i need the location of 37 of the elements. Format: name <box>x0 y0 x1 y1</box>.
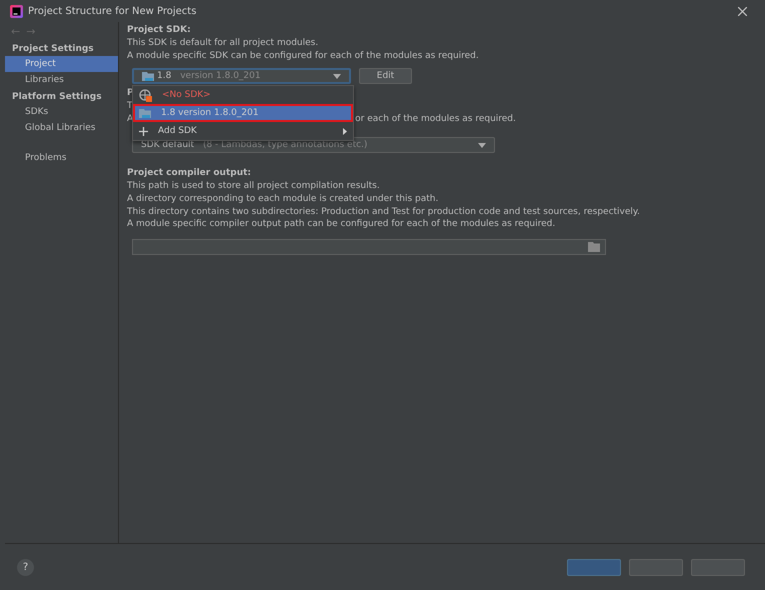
dialog-button[interactable] <box>567 558 621 576</box>
window-title: Project Structure for New Projects <box>28 6 196 16</box>
description-text: or each of the modules as required. <box>355 112 516 126</box>
description-text: T <box>127 100 132 113</box>
globe-icon <box>139 88 152 102</box>
description-text: A module specific SDK can be configured for each of the modules as required. <box>127 50 480 62</box>
sidebar-item[interactable]: Libraries <box>5 72 118 88</box>
output-path-field[interactable] <box>132 238 606 255</box>
dropdown-item[interactable]: 1.8 version 1.8.0_201 <box>133 104 353 122</box>
section-heading: Project compiler output: <box>127 167 252 180</box>
description-text: A module specific compiler output path can be configured for each of the modules as required. <box>127 218 556 231</box>
submenu-arrow-icon <box>343 128 347 135</box>
app-logo-icon <box>10 4 23 18</box>
sidebar-item[interactable]: Problems <box>5 150 118 166</box>
folder-icon <box>142 70 154 82</box>
description-text: This path is used to store all project compilation results. <box>127 180 381 193</box>
section-heading: Project SDK: <box>127 24 192 37</box>
plus-icon <box>139 126 148 136</box>
folder-icon[interactable] <box>588 242 600 252</box>
sidebar-item[interactable]: SDKs <box>5 104 118 120</box>
caret-icon <box>333 74 341 79</box>
description-text: A directory corresponding to each module is created under this path. <box>127 192 440 206</box>
help-button[interactable]: ? <box>17 558 34 576</box>
folder-icon <box>139 108 151 119</box>
description-text: This directory contains two subdirectories: Production and Test for production code and test sources, respectively. <box>127 206 641 218</box>
caret-icon <box>478 142 486 148</box>
description-text: This SDK is default for all project modules. <box>127 37 320 50</box>
dialog-button[interactable] <box>691 558 745 576</box>
dropdown-item[interactable]: <No SDK> <box>133 86 353 104</box>
sidebar-item[interactable]: Global Libraries <box>5 120 118 136</box>
dialog-button[interactable] <box>629 558 683 576</box>
sidebar-item[interactable]: Project <box>5 56 118 72</box>
sidebar-group-title: Project Settings <box>11 43 95 56</box>
sdk-dropdown[interactable]: 1.8 version 1.8.0_201 <box>132 68 351 84</box>
sidebar-group-title: Platform Settings <box>11 91 103 104</box>
close-icon[interactable] <box>738 6 747 16</box>
edit-button[interactable]: Edit <box>359 68 412 84</box>
